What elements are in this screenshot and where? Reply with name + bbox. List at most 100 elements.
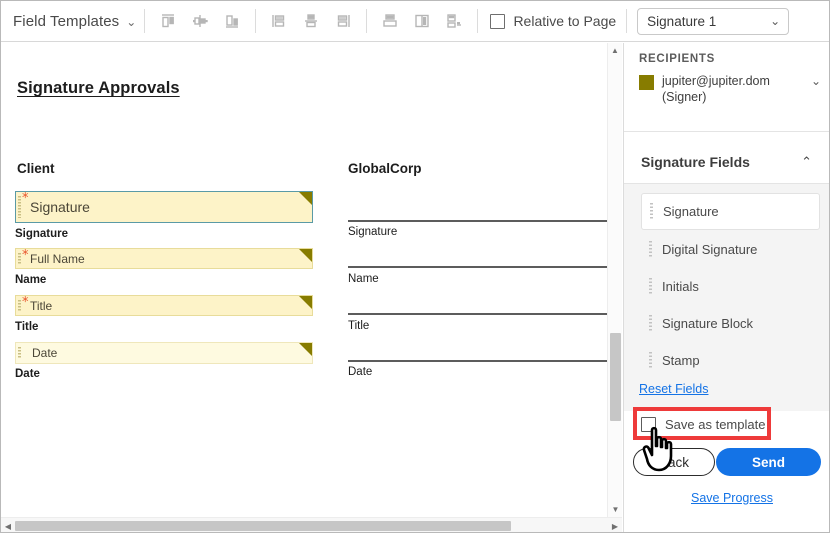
field-corner-marker-icon	[299, 343, 312, 356]
field-item-label: Digital Signature	[662, 242, 758, 257]
field-item-label: Initials	[662, 279, 699, 294]
save-progress-link[interactable]: Save Progress	[691, 491, 773, 505]
signature-fields-list: Signature Digital Signature Initials Sig…	[624, 183, 829, 411]
relative-to-page-label: Relative to Page	[513, 13, 617, 29]
scroll-left-arrow-icon[interactable]: ◀	[1, 518, 15, 532]
field-item-digital-signature[interactable]: Digital Signature	[641, 232, 820, 267]
match-size-icon[interactable]	[439, 6, 469, 36]
back-button[interactable]: Back	[633, 448, 715, 476]
rule-label-title: Title	[348, 320, 370, 332]
align-middle-horizontal-icon[interactable]	[185, 6, 215, 36]
form-field-full-name[interactable]: * Full Name	[15, 248, 313, 269]
match-width-icon[interactable]	[407, 6, 437, 36]
field-corner-marker-icon	[299, 249, 312, 262]
signature-fields-title: Signature Fields	[641, 154, 750, 170]
rule-line-date	[348, 360, 609, 362]
recipient-info: jupiter@jupiter.dom (Signer)	[662, 73, 803, 105]
save-as-template-checkbox[interactable]: Save as template	[641, 417, 765, 432]
horizontal-scrollbar[interactable]: ◀ ▶	[1, 517, 622, 532]
signature-select-value: Signature 1	[647, 13, 717, 29]
form-field-title-label: Title	[15, 321, 39, 333]
field-item-label: Signature Block	[662, 316, 754, 331]
form-field-signature[interactable]: * Signature	[15, 191, 313, 223]
align-top-icon[interactable]	[153, 6, 183, 36]
align-icon-group-3	[375, 6, 469, 36]
document-title: Signature Approvals	[17, 79, 180, 97]
rule-label-name: Name	[348, 273, 379, 285]
drag-grip-icon[interactable]	[649, 241, 652, 258]
required-asterisk-icon: *	[22, 295, 29, 310]
align-left-icon[interactable]	[264, 6, 294, 36]
toolbar-divider-2	[255, 9, 257, 33]
drag-grip-icon[interactable]	[649, 315, 652, 332]
toolbar-divider-5	[626, 9, 628, 33]
drag-grip-icon[interactable]	[649, 352, 652, 369]
form-field-signature-label: Signature	[15, 228, 69, 240]
send-button[interactable]: Send	[716, 448, 821, 476]
document-page: Signature Approvals Client GlobalCorp * …	[1, 43, 609, 515]
field-item-label: Stamp	[662, 353, 700, 368]
align-bottom-icon[interactable]	[217, 6, 247, 36]
recipient-email: jupiter@jupiter.dom	[662, 74, 770, 88]
field-item-stamp[interactable]: Stamp	[641, 343, 820, 378]
chevron-down-icon[interactable]: ⌄	[811, 74, 821, 88]
drag-grip-icon[interactable]	[650, 203, 653, 220]
application-window: Field Templates ⌄ Relative to Page Signa…	[0, 0, 830, 533]
rule-line-title	[348, 313, 609, 315]
required-asterisk-icon: *	[22, 191, 29, 206]
recipient-role: (Signer)	[662, 90, 707, 104]
relative-to-page-checkbox[interactable]: Relative to Page	[486, 13, 616, 29]
rule-line-name	[348, 266, 609, 268]
scroll-up-arrow-icon[interactable]: ▲	[608, 43, 622, 58]
form-field-date-label: Date	[15, 368, 40, 380]
field-corner-marker-icon	[299, 192, 312, 205]
recipient-color-swatch	[639, 75, 654, 90]
save-as-template-label: Save as template	[665, 417, 766, 432]
panel-divider	[624, 131, 829, 132]
toolbar-divider	[144, 9, 146, 33]
align-right-icon[interactable]	[328, 6, 358, 36]
top-toolbar: Field Templates ⌄ Relative to Page Signa…	[1, 1, 829, 42]
form-field-date[interactable]: Date	[15, 342, 313, 364]
form-field-date-text: Date	[32, 346, 58, 360]
client-column-heading: Client	[17, 161, 55, 176]
checkbox-icon	[490, 13, 506, 29]
required-asterisk-icon: *	[22, 248, 29, 263]
field-item-initials[interactable]: Initials	[641, 269, 820, 304]
rule-label-date: Date	[348, 366, 373, 378]
recipient-row[interactable]: jupiter@jupiter.dom (Signer) ⌄	[639, 73, 821, 105]
align-icon-group-1	[153, 6, 247, 36]
field-item-signature-block[interactable]: Signature Block	[641, 306, 820, 341]
field-item-signature[interactable]: Signature	[641, 193, 820, 230]
scroll-down-arrow-icon[interactable]: ▼	[608, 502, 623, 517]
vertical-scroll-thumb[interactable]	[610, 333, 621, 421]
drag-grip-icon	[18, 253, 21, 264]
align-icon-group-2	[264, 6, 358, 36]
chevron-down-icon: ⌄	[126, 15, 137, 29]
distribute-horizontal-icon[interactable]	[375, 6, 405, 36]
chevron-down-icon: ⌄	[770, 14, 781, 28]
field-templates-label: Field Templates	[13, 12, 120, 30]
horizontal-scroll-thumb[interactable]	[15, 521, 511, 531]
field-corner-marker-icon	[299, 296, 312, 309]
drag-grip-icon[interactable]	[649, 278, 652, 295]
form-field-name-label: Name	[15, 274, 47, 286]
vertical-scrollbar[interactable]: ▲ ▼	[607, 43, 622, 517]
toolbar-divider-4	[477, 9, 479, 33]
reset-fields-link[interactable]: Reset Fields	[639, 382, 708, 396]
chevron-up-icon[interactable]: ⌃	[801, 154, 812, 170]
document-viewport[interactable]: Signature Approvals Client GlobalCorp * …	[1, 43, 622, 532]
signature-fields-header[interactable]: Signature Fields ⌃	[624, 141, 829, 183]
signature-select[interactable]: Signature 1 ⌄	[637, 7, 790, 35]
scroll-right-arrow-icon[interactable]: ▶	[608, 518, 622, 532]
form-field-title[interactable]: * Title	[15, 295, 313, 316]
recipients-heading: RECIPIENTS	[639, 53, 716, 65]
drag-grip-icon	[18, 347, 21, 359]
globalcorp-column-heading: GlobalCorp	[348, 161, 422, 176]
field-templates-dropdown[interactable]: Field Templates ⌄	[1, 13, 136, 30]
checkbox-icon[interactable]	[641, 417, 656, 432]
align-center-vertical-icon[interactable]	[296, 6, 326, 36]
rule-label-signature: Signature	[348, 226, 398, 238]
field-item-label: Signature	[663, 204, 719, 219]
toolbar-divider-3	[366, 9, 368, 33]
